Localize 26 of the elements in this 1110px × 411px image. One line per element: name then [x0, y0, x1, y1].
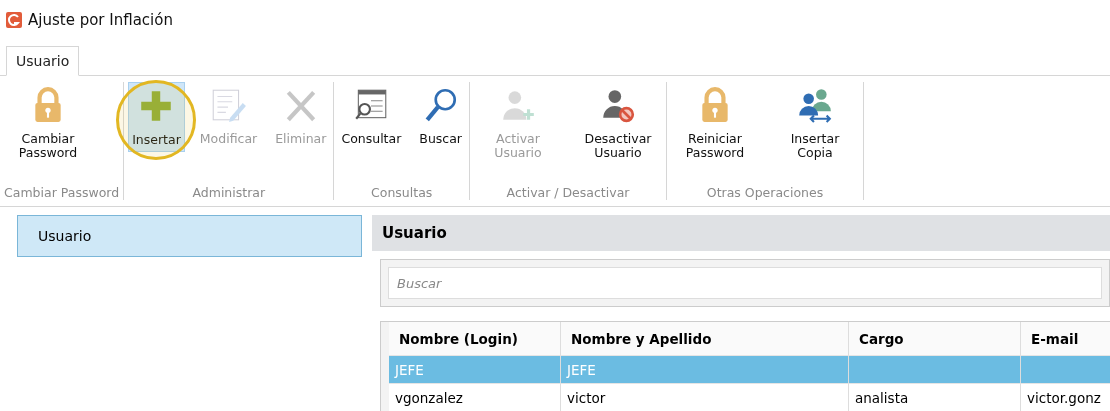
ribbon-button[interactable]: Buscar	[416, 82, 465, 150]
ribbon-button[interactable]: Insertar Copia	[771, 82, 859, 164]
panel-header: Usuario	[372, 215, 1110, 251]
ribbon-group-label: Consultas	[370, 184, 434, 200]
ribbon-button[interactable]: Insertar	[128, 82, 185, 152]
ribbon-tab[interactable]: Usuario	[6, 46, 80, 76]
ribbon-group-label: Cambiar Password	[4, 184, 120, 200]
search-field[interactable]: Buscar	[388, 267, 1102, 299]
ribbon-group-label: Activar / Desactivar	[505, 184, 631, 200]
ribbon-button[interactable]: Cambiar Password	[4, 82, 92, 164]
table-row[interactable]: vgonzalez victor analista victor.gonz	[389, 384, 1110, 411]
table-cell: JEFE	[395, 361, 424, 378]
table-cell: JEFE	[567, 361, 596, 378]
ribbon-group-label: Administrar	[191, 184, 267, 200]
ribbon-button[interactable]: Consultar	[338, 82, 405, 150]
app-logo-icon	[6, 12, 22, 28]
window-title: Ajuste por Inflación	[28, 11, 173, 29]
table-cell: victor.gonz	[1027, 389, 1101, 406]
table-cell: vgonzalez	[395, 389, 463, 406]
table-cell: analista	[855, 389, 909, 406]
ribbon-button[interactable]: Reiniciar Password	[671, 82, 759, 164]
ribbon-button[interactable]: Desactivar Usuario	[574, 82, 662, 164]
ribbon-group-label: Otras Operaciones	[705, 184, 825, 200]
table-cell: victor	[567, 389, 606, 406]
users-swap-icon	[796, 86, 834, 124]
sidebar-item[interactable]: Usuario	[17, 215, 362, 257]
